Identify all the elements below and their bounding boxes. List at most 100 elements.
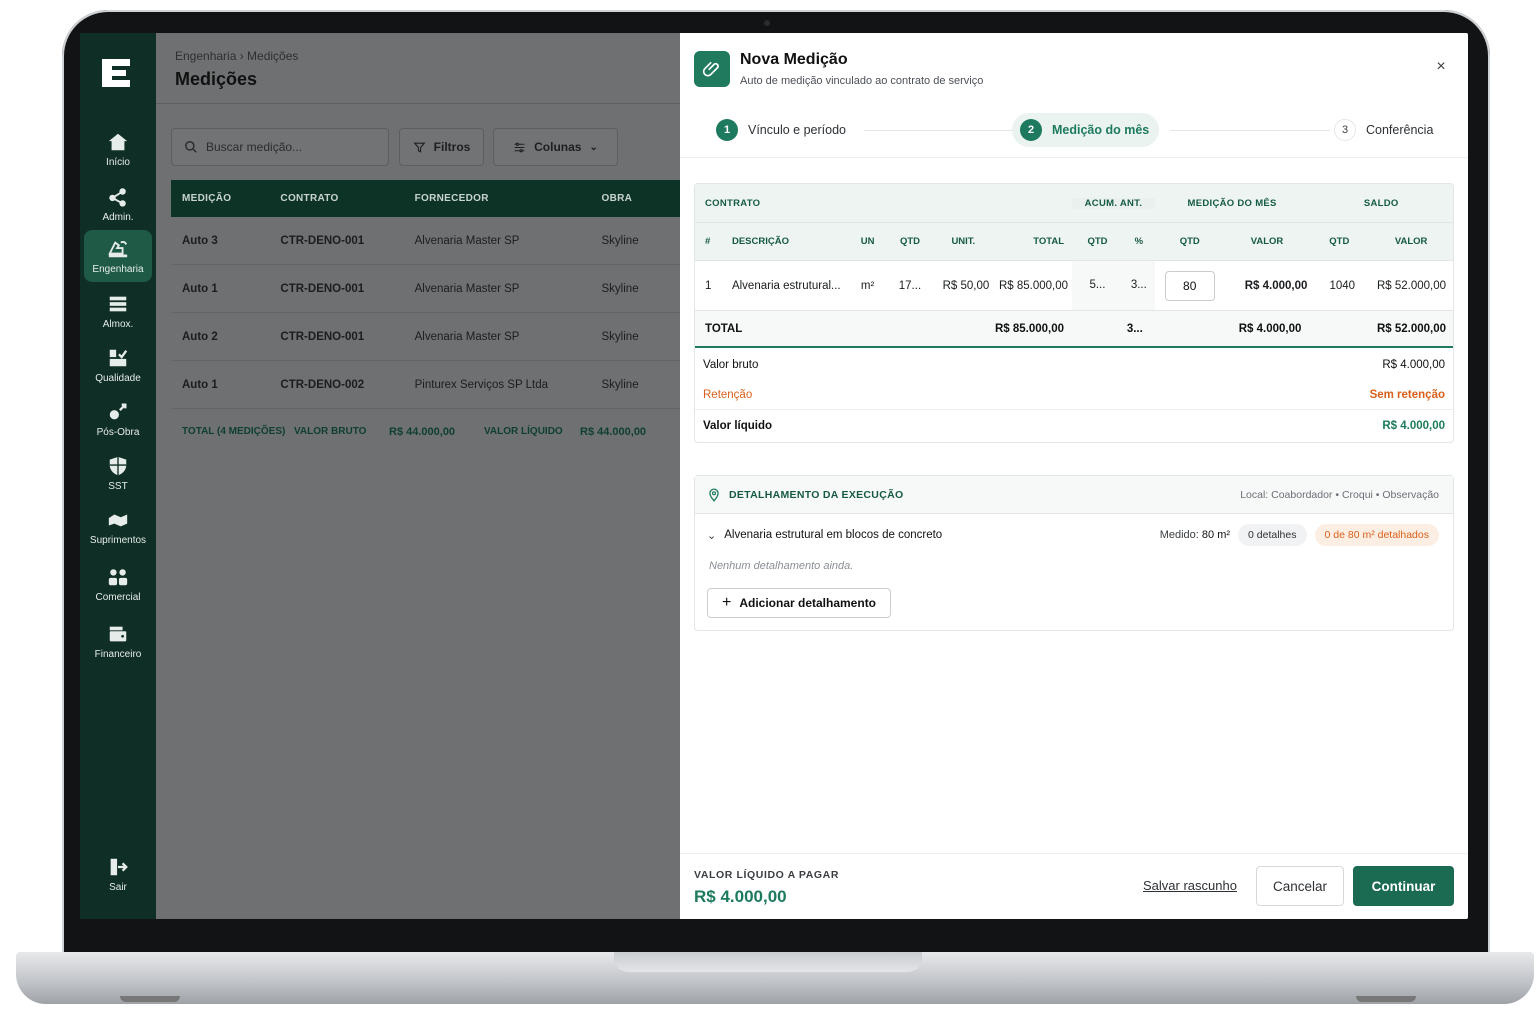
column-header: % (1134, 236, 1144, 247)
row-balance-value: R$ 52.000,00 (1376, 279, 1446, 292)
panel-title: Nova Medição (740, 51, 848, 68)
column-header[interactable]: MEDIÇÃO (171, 193, 280, 204)
sidebar-item-label: Qualidade (95, 372, 141, 384)
logout-icon (110, 858, 128, 875)
panel-footer: VALOR LÍQUIDO A PAGAR R$ 4.000,00 Salvar… (680, 853, 1468, 919)
column-header-row: # DESCRIÇÃO UN QTD UNIT. TOTAL QTD % QTD… (695, 222, 1453, 260)
step-conferencia[interactable]: 3 Conferência (1334, 113, 1433, 147)
column-header[interactable]: OBRA (602, 193, 691, 204)
table-row[interactable]: Auto 2 CTR-DENO-001 Alvenaria Master SP … (171, 313, 691, 361)
gross-value: R$ 44.000,00 (389, 425, 456, 438)
search-input[interactable]: Buscar medição... (171, 128, 389, 166)
gross-label: Valor bruto (703, 359, 759, 371)
group-month: MEDIÇÃO DO MÊS (1187, 197, 1277, 209)
columns-button[interactable]: Colunas ⌄ (493, 128, 618, 166)
measurement-table: CONTRATO ACUM. ANT. MEDIÇÃO DO MÊS SALDO… (694, 183, 1454, 443)
totals-month-value: R$ 4.000,00 (1238, 322, 1302, 335)
detail-item[interactable]: ⌄ Alvenaria estrutural em blocos de conc… (695, 514, 1453, 556)
filters-label: Filtros (433, 140, 471, 154)
totals-balance-value: R$ 52.000,00 (1376, 322, 1446, 335)
group-balance: SALDO (1363, 197, 1399, 209)
sidebar-item-engenharia[interactable]: Engenharia (84, 230, 152, 282)
close-icon[interactable]: × (1433, 59, 1449, 75)
chevron-down-icon[interactable]: ⌄ (707, 529, 716, 542)
save-draft-link[interactable]: Salvar rascunho (1143, 878, 1237, 893)
group-header: CONTRATO ACUM. ANT. MEDIÇÃO DO MÊS SALDO (695, 184, 1453, 222)
step-number: 2 (1020, 119, 1042, 141)
retention-label: Retenção (703, 388, 753, 401)
measurements-table: MEDIÇÃO CONTRATO FORNECEDOR OBRA Auto 3 … (171, 180, 691, 454)
step-label: Vínculo e período (748, 123, 846, 137)
plus-icon: + (721, 594, 732, 611)
cell-obra: Skyline (601, 282, 639, 295)
detail-title: DETALHAMENTO DA EXECUÇÃO (729, 488, 904, 501)
step-vinculo[interactable]: 1 Vínculo e período (716, 113, 846, 147)
camera (764, 20, 770, 26)
detail-header: DETALHAMENTO DA EXECUÇÃO Local: Coaborda… (695, 476, 1453, 514)
gross-value: R$ 4.000,00 (1382, 359, 1445, 371)
quality-icon (109, 349, 128, 366)
column-header: QTD (1087, 236, 1108, 247)
step-medicao[interactable]: 2 Medição do mês (1012, 113, 1160, 147)
table-row[interactable]: Auto 3 CTR-DENO-001 Alvenaria Master SP … (171, 217, 691, 265)
column-header: # (705, 236, 711, 247)
continue-button[interactable]: Continuar (1353, 866, 1454, 906)
table-footer: TOTAL (4 MEDIÇÕES) VALOR BRUTO R$ 44.000… (171, 409, 691, 454)
logout-button[interactable]: Sair (84, 848, 152, 900)
step-number: 3 (1334, 119, 1356, 141)
filter-icon (413, 142, 426, 153)
sidebar-item-almox[interactable]: Almox. (84, 285, 152, 337)
totals-row: TOTAL R$ 85.000,00 3... R$ 4.000,00 R$ 5… (695, 310, 1453, 348)
add-detail-button[interactable]: + Adicionar detalhamento (707, 588, 891, 618)
group-accum: ACUM. ANT. (1072, 197, 1155, 209)
sidebar-item-inicio[interactable]: Início (84, 123, 152, 175)
sidebar-item-qualidade[interactable]: Qualidade (84, 339, 152, 391)
cancel-button[interactable]: Cancelar (1256, 866, 1344, 906)
measured-label: Medido: (1159, 529, 1199, 541)
detail-item-name: Alvenaria estrutural em blocos de concre… (724, 529, 943, 541)
cell-obra: Skyline (601, 378, 639, 391)
sidebar-item-label: Início (106, 156, 130, 168)
totals-accum-pct: 3... (1126, 322, 1143, 335)
paperclip-icon (694, 51, 730, 87)
stepper: 1 Vínculo e período 2 Medição do mês 3 C… (694, 113, 1454, 149)
sidebar-item-label: Engenharia (92, 263, 144, 275)
filters-button[interactable]: Filtros (399, 128, 484, 166)
sidebar-item-label: Admin. (102, 211, 134, 223)
column-header: QTD (1329, 236, 1350, 247)
column-header[interactable]: FORNECEDOR (415, 193, 602, 204)
sidebar-item-comercial[interactable]: Comercial (84, 558, 152, 610)
warehouse-icon (109, 296, 127, 311)
sidebar: Início Admin. Engenharia Almox. Qualidad… (80, 33, 156, 919)
table-row[interactable]: Auto 1 CTR-DENO-002 Pinturex Serviços SP… (171, 361, 691, 409)
breadcrumb[interactable]: Engenharia › Medições (175, 49, 298, 63)
laptop-foot (120, 996, 180, 1002)
column-header: VALOR (1250, 236, 1284, 247)
sidebar-item-label: Comercial (95, 591, 141, 603)
totals-total: R$ 85.000,00 (994, 322, 1064, 335)
row-description: Alvenaria estrutural... (731, 279, 841, 292)
progress-badge: 0 de 80 m² detalhados (1314, 524, 1439, 546)
sidebar-item-financeiro[interactable]: Financeiro (84, 615, 152, 667)
table-row[interactable]: Auto 1 CTR-DENO-001 Alvenaria Master SP … (171, 265, 691, 313)
net-value: R$ 4.000,00 (1382, 420, 1445, 432)
home-icon (108, 133, 128, 150)
row-unit-price: R$ 50,00 (942, 279, 990, 292)
column-header[interactable]: CONTRATO (280, 193, 414, 204)
row-qty: 17... (898, 279, 922, 292)
sidebar-item-label: Financeiro (94, 648, 142, 660)
cell-medicao: Auto 2 (182, 330, 218, 343)
row-number: 1 (705, 279, 712, 292)
month-qty-input[interactable]: 80 (1164, 270, 1215, 301)
people-icon (108, 568, 128, 585)
network-icon (109, 187, 126, 207)
sidebar-item-admin[interactable]: Admin. (84, 178, 152, 230)
sidebar-item-pos-obra[interactable]: Pós-Obra (84, 393, 152, 445)
cell-medicao: Auto 3 (182, 234, 218, 247)
net-row: Valor líquido R$ 4.000,00 (695, 410, 1453, 442)
sidebar-item-sst[interactable]: SST (84, 447, 152, 499)
sidebar-item-suprimentos[interactable]: Suprimentos (84, 501, 152, 553)
column-header: UNIT. (951, 236, 976, 247)
cell-fornecedor: Alvenaria Master SP (414, 234, 520, 247)
net-to-pay-label: VALOR LÍQUIDO A PAGAR (694, 869, 840, 881)
